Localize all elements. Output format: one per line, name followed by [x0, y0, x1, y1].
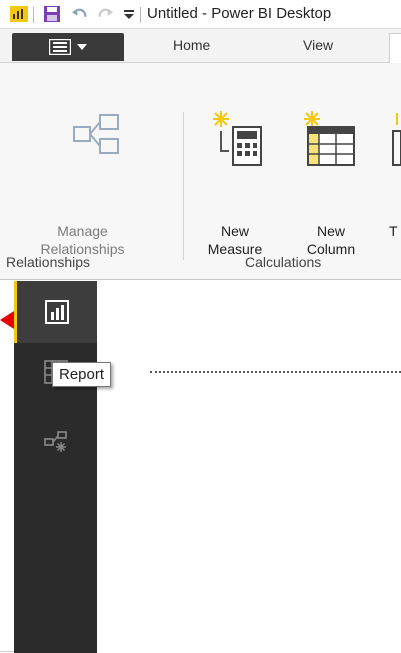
save-icon[interactable] [43, 0, 61, 28]
ribbon: Manage Relationships New Measure New Col… [0, 63, 401, 280]
new-table-icon [392, 113, 401, 166]
manage-relationships-icon [73, 114, 119, 154]
new-table-line2: T [389, 223, 398, 239]
manage-relationships-button[interactable]: Manage Relationships [2, 222, 163, 258]
new-measure-button[interactable]: New Measure [197, 222, 273, 258]
new-table-button[interactable]: T [389, 222, 401, 240]
new-column-button[interactable]: New Column [296, 222, 366, 258]
new-measure-icon [213, 111, 262, 166]
report-tooltip: Report [52, 362, 112, 387]
group-separator [183, 112, 184, 260]
quick-access-dropdown-icon[interactable] [123, 0, 135, 28]
file-menu-button[interactable] [12, 33, 124, 61]
undo-icon[interactable] [71, 0, 89, 28]
tab-home[interactable]: Home [173, 37, 210, 53]
title-separator [140, 7, 141, 23]
ribbon-tab-row: Home View [0, 29, 401, 64]
group-label-relationships: Relationships [6, 254, 91, 270]
red-arrow-icon [0, 311, 14, 329]
new-measure-line1: New [220, 223, 249, 239]
file-menu-icon [49, 39, 71, 55]
left-view-nav [14, 281, 97, 653]
chevron-down-icon [77, 44, 87, 50]
report-view-icon [45, 300, 69, 324]
bottom-edge [0, 651, 14, 652]
relationships-view-icon [43, 431, 67, 452]
nav-relationships-view[interactable] [14, 411, 97, 473]
powerbi-app-icon[interactable] [10, 0, 28, 28]
new-column-icon [304, 111, 355, 166]
tab-modeling[interactable] [389, 33, 401, 64]
redo-icon[interactable] [96, 0, 114, 28]
canvas-dotted-border [150, 371, 401, 373]
tab-view[interactable]: View [303, 37, 333, 53]
group-label-calculations: Calculations [245, 254, 322, 270]
title-separator [33, 7, 34, 23]
title-bar: Untitled - Power BI Desktop [0, 0, 401, 29]
window-title: Untitled - Power BI Desktop [147, 5, 332, 22]
manage-relationships-line1: Manage [57, 223, 108, 239]
new-column-line1: New [316, 223, 345, 239]
nav-report-view[interactable] [14, 281, 97, 343]
